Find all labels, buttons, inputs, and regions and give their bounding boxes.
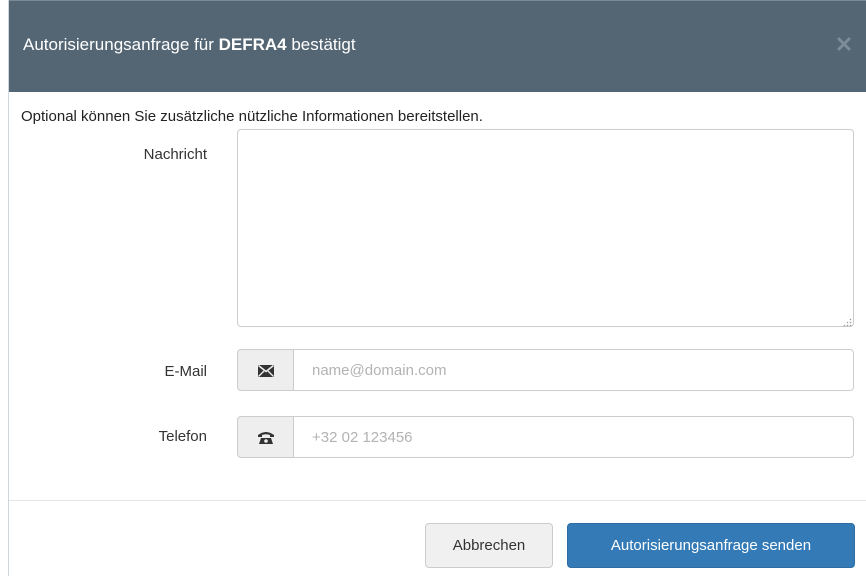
close-icon[interactable] (835, 35, 853, 53)
phone-input-group (237, 416, 854, 458)
email-addon (237, 349, 294, 391)
email-input[interactable] (293, 349, 854, 391)
message-label: Nachricht (143, 146, 207, 163)
phone-label: Telefon (158, 428, 207, 445)
dialog-title-suffix: bestätigt (286, 35, 356, 54)
cancel-button[interactable]: Abbrechen (425, 523, 553, 568)
phone-addon (237, 416, 294, 458)
message-textarea[interactable] (237, 129, 854, 327)
email-label: E-Mail (164, 363, 207, 380)
resize-grip-icon[interactable] (843, 314, 852, 327)
dialog-title: Autorisierungsanfrage für DEFRA4 bestäti… (23, 35, 356, 55)
envelope-icon (258, 364, 274, 377)
send-authorization-request-button[interactable]: Autorisierungsanfrage senden (567, 523, 855, 568)
email-input-group (237, 349, 854, 391)
authorization-dialog: Autorisierungsanfrage für DEFRA4 bestäti… (8, 0, 866, 576)
intro-text: Optional können Sie zusätzliche nützlich… (21, 108, 483, 125)
footer-divider (9, 500, 866, 501)
dialog-title-device: DEFRA4 (218, 35, 287, 54)
dialog-title-prefix: Autorisierungsanfrage für (23, 35, 219, 54)
phone-icon (258, 432, 274, 444)
dialog-header: Autorisierungsanfrage für DEFRA4 bestäti… (9, 0, 866, 92)
phone-input[interactable] (293, 416, 854, 458)
